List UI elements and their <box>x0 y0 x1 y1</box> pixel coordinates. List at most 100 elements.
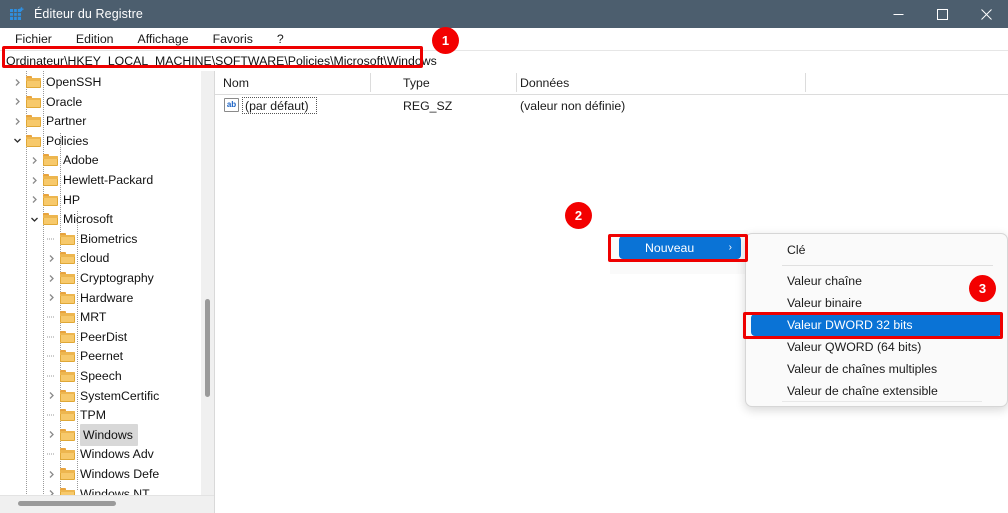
registry-tree[interactable]: OpenSSH Oracle Partner Policies Adobe Hewlett… <box>0 71 201 495</box>
tree-item-windows[interactable]: Windows <box>43 423 138 446</box>
tree-item-windows-defe[interactable]: Windows Defe <box>43 464 159 484</box>
folder-icon <box>25 72 42 92</box>
column-type[interactable]: Type <box>403 71 430 94</box>
folder-icon <box>42 190 59 210</box>
folder-icon <box>59 307 76 327</box>
chevron-down-icon[interactable] <box>26 209 42 229</box>
column-donnees[interactable]: Données <box>520 71 569 94</box>
tree-item-partner[interactable]: Partner <box>9 111 86 131</box>
tree-leaf-connector <box>43 327 59 347</box>
tree-item-label: Biometrics <box>80 231 138 246</box>
tree-horizontal-scrollbar-thumb[interactable] <box>18 501 116 506</box>
tree-item-windows-nt[interactable]: Windows NT <box>43 484 150 495</box>
registry-editor-icon <box>9 6 25 22</box>
values-list-header: Nom Type Données <box>215 71 1008 95</box>
menu-item-valeur-de-cha-nes-multiples[interactable]: Valeur de chaînes multiples <box>751 358 1002 380</box>
folder-icon <box>59 405 76 425</box>
chevron-right-icon[interactable] <box>26 190 42 210</box>
tree-item-microsoft[interactable]: Microsoft <box>26 209 113 229</box>
tree-vertical-scrollbar-thumb[interactable] <box>205 299 210 397</box>
menu-item-valeur-cha-ne[interactable]: Valeur chaîne <box>751 270 1002 292</box>
menu-item-label: Clé <box>787 243 806 257</box>
tree-item-cloud[interactable]: cloud <box>43 248 109 268</box>
chevron-right-icon[interactable] <box>9 92 25 112</box>
chevron-right-icon[interactable] <box>43 425 59 445</box>
annotation-badge-3: 3 <box>969 275 996 302</box>
close-button[interactable] <box>964 0 1008 28</box>
menu-item-valeur-de-cha-ne-extensible[interactable]: Valeur de chaîne extensible <box>751 380 1002 402</box>
folder-icon <box>59 346 76 366</box>
tree-item-hewlett-packard[interactable]: Hewlett-Packard <box>26 170 153 190</box>
menu-item-valeur-binaire[interactable]: Valeur binaire <box>751 292 1002 314</box>
menu-item-label: Valeur binaire <box>787 296 862 310</box>
minimize-button[interactable] <box>876 0 920 28</box>
annotation-badge-number: 2 <box>574 208 583 223</box>
tree-item-label: Speech <box>80 369 122 383</box>
tree-item-policies[interactable]: Policies <box>9 131 88 151</box>
tree-item-label: Microsoft <box>63 212 113 227</box>
folder-icon <box>42 170 59 190</box>
tree-item-label: Adobe <box>63 153 99 168</box>
tree-item-mrt[interactable]: MRT <box>43 307 106 327</box>
folder-icon <box>25 111 42 131</box>
tree-item-label: Windows NT <box>80 486 150 495</box>
tree-item-openssh[interactable]: OpenSSH <box>9 72 101 92</box>
menu-item-label: Valeur QWORD (64 bits) <box>787 340 922 354</box>
tree-item-label: Windows <box>80 423 138 446</box>
chevron-right-icon[interactable] <box>43 288 59 308</box>
chevron-right-icon[interactable] <box>26 170 42 190</box>
column-separator[interactable] <box>516 73 517 92</box>
value-name: (par défaut) <box>245 98 309 113</box>
column-separator[interactable] <box>805 73 806 92</box>
tree-item-hp[interactable]: HP <box>26 190 80 210</box>
annotation-badge-number: 1 <box>441 33 450 48</box>
title-bar: Éditeur du Registre <box>0 0 1008 28</box>
maximize-button[interactable] <box>920 0 964 28</box>
chevron-right-icon[interactable] <box>9 111 25 131</box>
folder-icon <box>59 327 76 347</box>
registry-editor-window: Éditeur du Registre Fichier Edition Affi… <box>0 0 1008 513</box>
tree-item-tpm[interactable]: TPM <box>43 405 106 425</box>
tree-leaf-connector <box>43 405 59 425</box>
tree-item-label: Windows Defe <box>80 467 160 481</box>
tree-item-adobe[interactable]: Adobe <box>26 150 99 170</box>
folder-icon <box>59 425 76 445</box>
ab-string-icon: ab <box>224 98 239 112</box>
menu-item-valeur-qword-64-bits[interactable]: Valeur QWORD (64 bits) <box>751 336 1002 358</box>
chevron-right-icon[interactable] <box>26 150 42 170</box>
tree-item-label: TPM <box>80 408 106 423</box>
tree-item-label: Windows Adv <box>80 447 154 462</box>
chevron-down-icon[interactable] <box>9 131 25 151</box>
table-row[interactable]: ab (par défaut) REG_SZ (valeur non défin… <box>215 95 1008 116</box>
tree-item-peerdist[interactable]: PeerDist <box>43 327 127 347</box>
tree-item-windows-adv[interactable]: Windows Adv <box>43 444 154 464</box>
tree-leaf-connector <box>43 366 59 386</box>
chevron-right-icon[interactable] <box>43 484 59 495</box>
tree-vertical-scrollbar[interactable] <box>201 71 215 495</box>
annotation-box-dword <box>743 312 1003 339</box>
tree-item-systemcertific[interactable]: SystemCertific <box>43 386 159 406</box>
column-separator[interactable] <box>370 73 371 92</box>
folder-icon <box>59 366 76 386</box>
folder-icon <box>59 229 76 249</box>
annotation-badge-1: 1 <box>432 27 459 54</box>
menu-item-label: Valeur de chaînes multiples <box>787 362 938 376</box>
chevron-right-icon[interactable] <box>9 72 25 92</box>
folder-icon <box>59 444 76 464</box>
chevron-right-icon[interactable] <box>43 248 59 268</box>
column-nom[interactable]: Nom <box>223 71 249 94</box>
folder-icon <box>25 92 42 112</box>
chevron-right-icon[interactable] <box>43 464 59 484</box>
tree-item-label: Peernet <box>80 349 124 364</box>
chevron-right-icon[interactable] <box>43 386 59 406</box>
menu-item-cl[interactable]: Clé <box>751 239 1002 261</box>
tree-item-oracle[interactable]: Oracle <box>9 92 82 112</box>
tree-item-label: Partner <box>46 114 87 129</box>
tree-item-biometrics[interactable]: Biometrics <box>43 229 137 249</box>
menu-divider <box>782 401 982 402</box>
tree-item-speech[interactable]: Speech <box>43 366 122 386</box>
chevron-right-icon[interactable] <box>43 268 59 288</box>
tree-item-hardware[interactable]: Hardware <box>43 288 133 308</box>
tree-item-peernet[interactable]: Peernet <box>43 346 123 366</box>
tree-item-cryptography[interactable]: Cryptography <box>43 268 154 288</box>
